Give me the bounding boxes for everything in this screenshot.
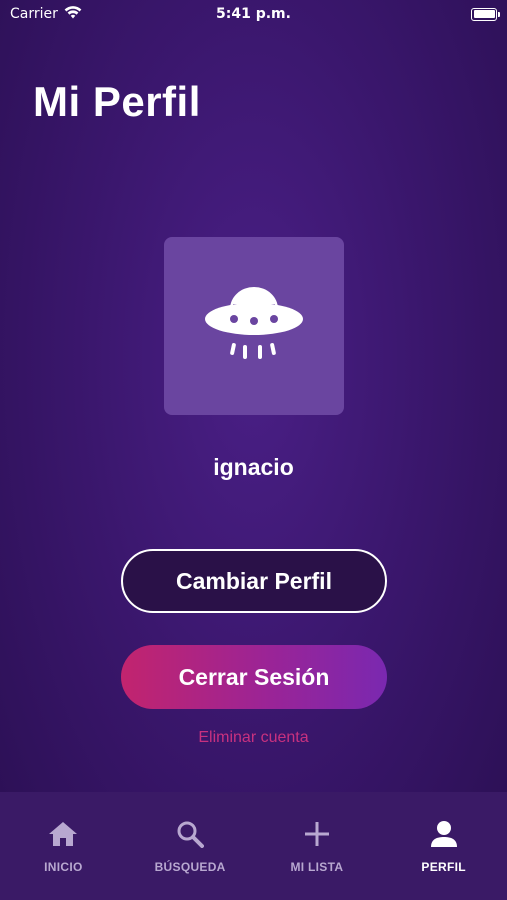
tab-label: INICIO	[44, 860, 83, 874]
tab-label: BÚSQUEDA	[154, 860, 226, 874]
status-time: 5:41 p.m.	[216, 6, 291, 22]
delete-account-link[interactable]: Eliminar cuenta	[0, 729, 507, 747]
tab-inicio[interactable]: INICIO	[0, 792, 127, 900]
tab-label: PERFIL	[421, 860, 466, 874]
status-bar: Carrier 5:41 p.m.	[0, 0, 507, 28]
change-profile-button[interactable]: Cambiar Perfil	[121, 549, 387, 613]
tab-perfil[interactable]: PERFIL	[380, 792, 507, 900]
username: ignacio	[213, 454, 294, 480]
ufo-icon	[202, 279, 306, 373]
tab-label: MI LISTA	[290, 860, 344, 874]
tab-busqueda[interactable]: BÚSQUEDA	[127, 792, 254, 900]
search-icon	[174, 818, 206, 850]
person-icon	[428, 818, 460, 850]
tab-bar: INICIO BÚSQUEDA MI LISTA PERFIL	[0, 792, 507, 900]
page-title: Mi Perfil	[33, 78, 201, 125]
plus-icon	[301, 818, 333, 850]
logout-button[interactable]: Cerrar Sesión	[121, 645, 387, 709]
battery-icon	[471, 7, 500, 21]
tab-mi-lista[interactable]: MI LISTA	[254, 792, 381, 900]
home-icon	[47, 818, 79, 850]
avatar[interactable]	[164, 237, 344, 415]
